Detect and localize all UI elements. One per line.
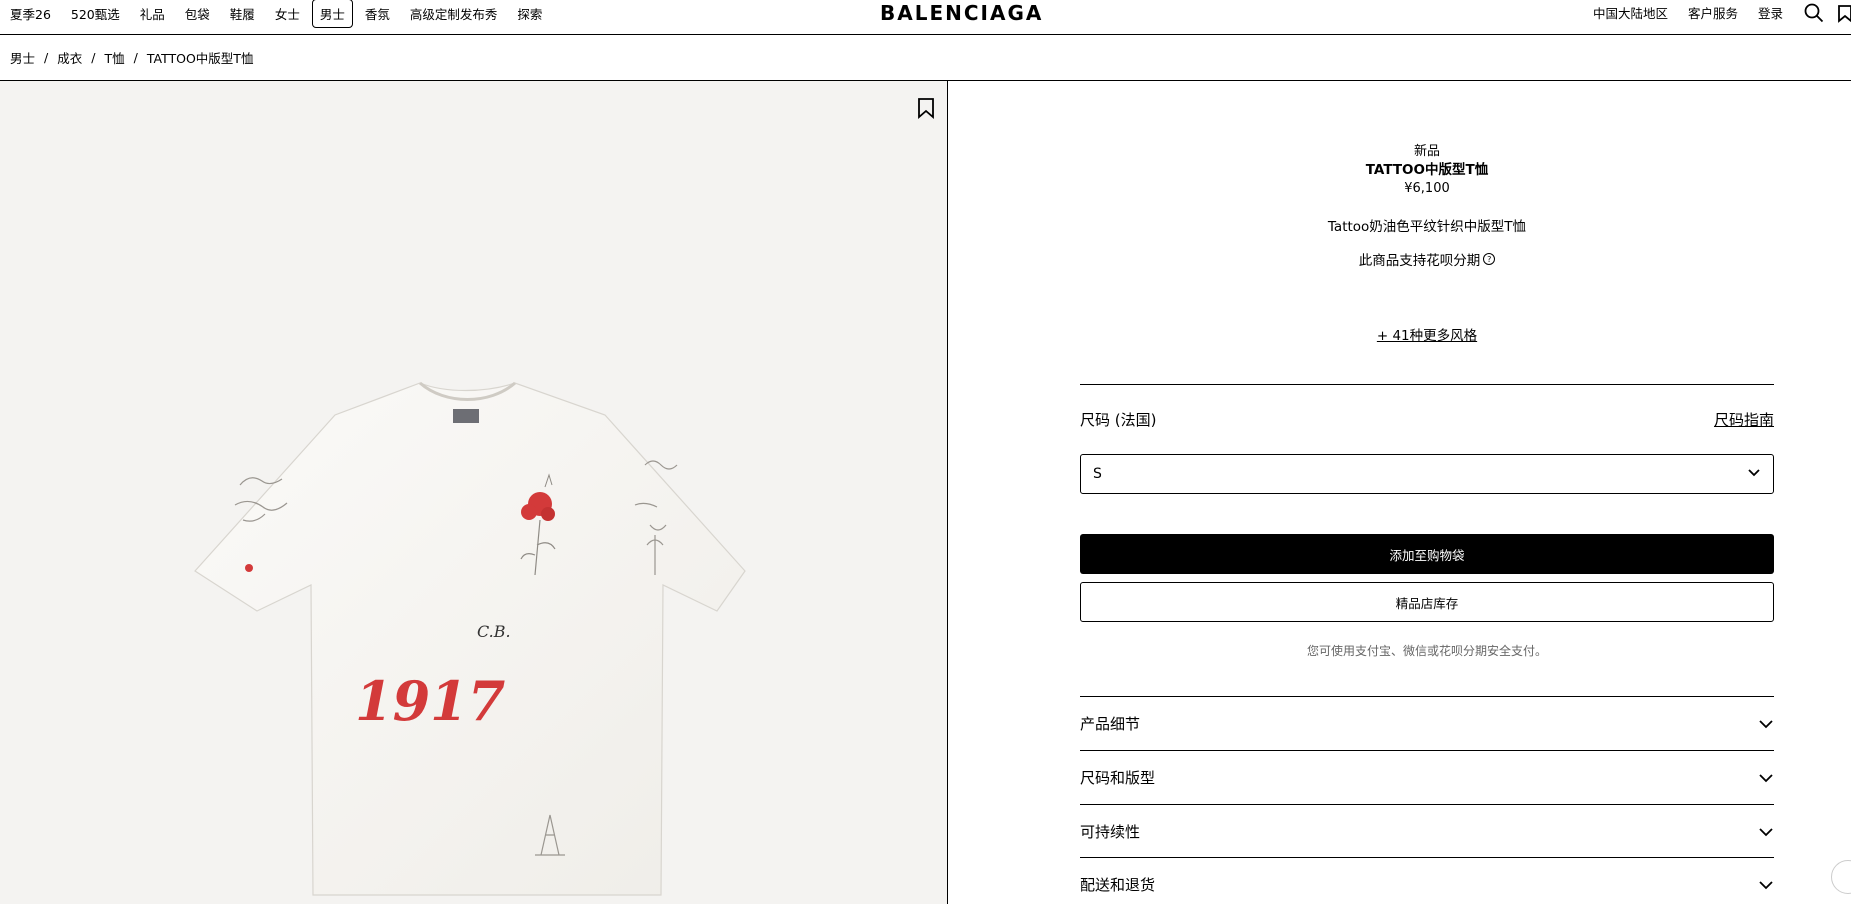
accordion-sustainability[interactable]: 可持续性	[1080, 805, 1774, 858]
main-menu: 夏季26 520甄选 礼品 包袋 鞋履 女士 男士 香氛 高级定制发布秀 探索	[10, 0, 562, 28]
payment-note: 您可使用支付宝、微信或花呗分期安全支付。	[1306, 644, 1547, 658]
signature-print: C.B.	[477, 622, 511, 641]
installment-info: 此商品支持花呗分期 ?	[1080, 249, 1774, 269]
accordion-label: 产品细节	[1080, 715, 1141, 733]
more-styles-link[interactable]: + 41种更多风格	[1377, 328, 1477, 344]
more-styles-container: + 41种更多风格	[1080, 324, 1774, 344]
nav-item-couture[interactable]: 高级定制发布秀	[410, 4, 498, 23]
selected-size: S	[1093, 466, 1102, 482]
breadcrumb: 男士 / 成衣 / T恤 / TATTOO中版型T恤	[10, 48, 253, 67]
search-icon[interactable]	[1803, 2, 1825, 24]
region-selector[interactable]: 中国大陆地区	[1593, 3, 1668, 22]
installment-text: 此商品支持花呗分期	[1358, 253, 1481, 269]
breadcrumb-current: TATTOO中版型T恤	[146, 51, 254, 66]
nav-item-bags[interactable]: 包袋	[185, 4, 210, 23]
product-title: TATTOO中版型T恤	[1365, 162, 1489, 178]
breadcrumb-separator: /	[44, 50, 49, 65]
size-guide-link[interactable]: 尺码指南	[1714, 409, 1774, 430]
nav-item-men[interactable]: 男士	[311, 0, 353, 28]
breadcrumb-ready-to-wear[interactable]: 成衣	[57, 48, 82, 67]
customer-service-link[interactable]: 客户服务	[1688, 3, 1738, 22]
brand-logo[interactable]: BALENCIAGA	[880, 1, 1043, 25]
breadcrumb-separator: /	[133, 50, 138, 65]
nav-item-shoes[interactable]: 鞋履	[230, 4, 255, 23]
chevron-down-icon	[1758, 769, 1774, 787]
add-to-bag-button[interactable]: 添加至购物袋	[1080, 534, 1774, 574]
store-stock-button[interactable]: 精品店库存	[1080, 582, 1774, 622]
chevron-down-icon	[1758, 823, 1774, 841]
accordion-label: 尺码和版型	[1080, 769, 1156, 787]
nav-item-summer26[interactable]: 夏季26	[10, 4, 51, 23]
breadcrumb-tshirts[interactable]: T恤	[104, 48, 124, 67]
utility-menu: 中国大陆地区 客户服务 登录	[1593, 0, 1851, 25]
product-description: Tattoo奶油色平纹针织中版型T恤	[1327, 219, 1527, 235]
product-image: C.B. 1917	[194, 381, 746, 896]
accordion-label: 可持续性	[1080, 823, 1141, 841]
accordion-label: 配送和退货	[1080, 876, 1156, 894]
breadcrumb-separator: /	[91, 50, 96, 65]
accordion-size-fit[interactable]: 尺码和版型	[1080, 751, 1774, 804]
nav-item-explore[interactable]: 探索	[517, 4, 542, 23]
nav-item-520[interactable]: 520甄选	[71, 4, 120, 23]
chevron-down-icon	[1758, 715, 1774, 733]
size-label: 尺码 (法国)	[1080, 411, 1157, 429]
product-price: ¥6,100	[1404, 181, 1450, 196]
accordion-shipping-returns[interactable]: 配送和退货	[1080, 858, 1774, 904]
login-link[interactable]: 登录	[1758, 3, 1783, 22]
1917-print: 1917	[355, 669, 505, 733]
chevron-down-icon	[1747, 466, 1761, 482]
divider	[1080, 384, 1774, 385]
bag-icon[interactable]	[1835, 2, 1851, 24]
accordion-product-details[interactable]: 产品细节	[1080, 697, 1774, 750]
breadcrumb-men[interactable]: 男士	[10, 48, 35, 67]
nav-item-gifts[interactable]: 礼品	[140, 4, 165, 23]
nav-item-women[interactable]: 女士	[275, 4, 300, 23]
top-navigation: 夏季26 520甄选 礼品 包袋 鞋履 女士 男士 香氛 高级定制发布秀 探索 …	[0, 0, 1851, 35]
new-badge: 新品	[1413, 144, 1440, 159]
help-icon[interactable]: ?	[1483, 253, 1496, 265]
chat-widget-button[interactable]	[1831, 860, 1851, 894]
size-select[interactable]: S	[1080, 454, 1774, 494]
bookmark-icon[interactable]	[916, 97, 936, 119]
chevron-down-icon	[1758, 876, 1774, 894]
product-image-panel[interactable]: C.B. 1917	[0, 81, 948, 904]
nav-item-fragrance[interactable]: 香氛	[365, 4, 390, 23]
